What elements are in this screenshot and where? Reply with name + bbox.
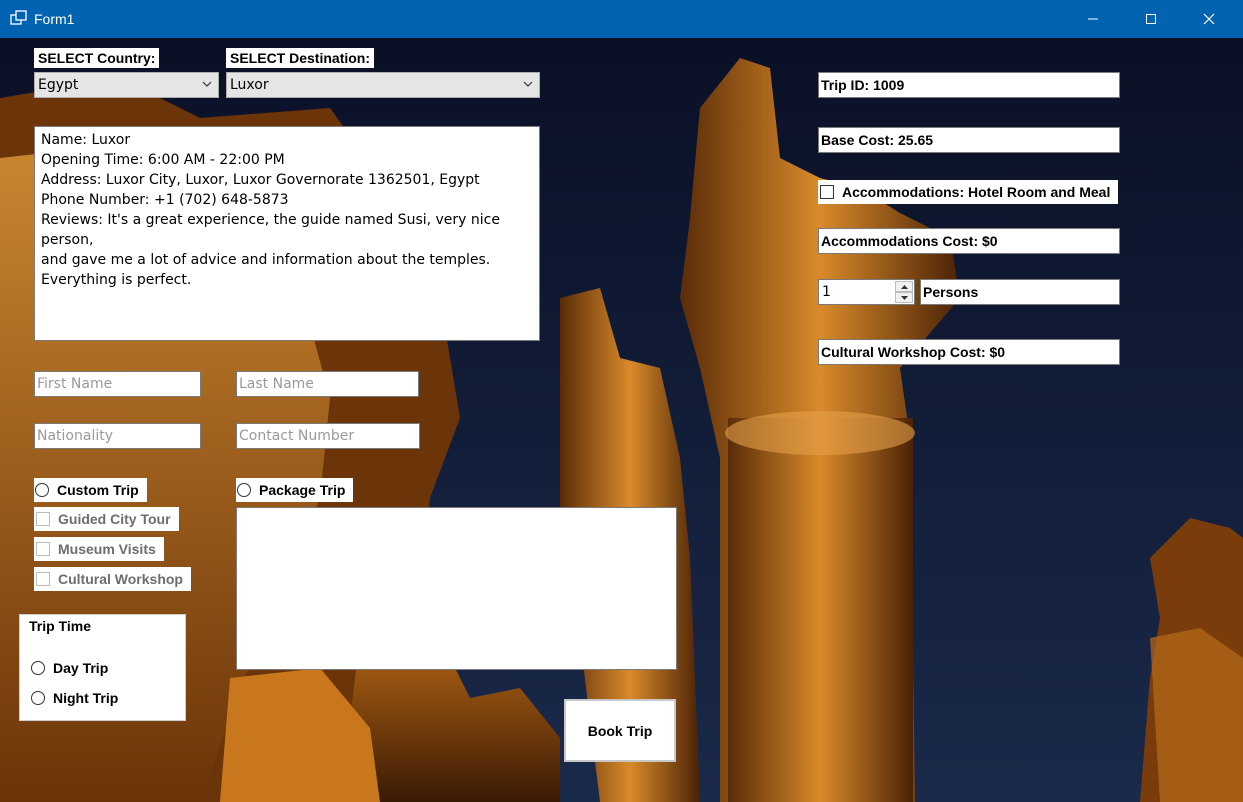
maximize-icon	[1146, 14, 1156, 24]
country-combobox[interactable]: Egypt	[34, 72, 219, 98]
last-name-input[interactable]: Last Name	[236, 371, 419, 397]
details-line: Everything is perfect.	[41, 272, 192, 288]
radio-circle-icon	[35, 483, 49, 497]
select-country-label: SELECT Country:	[34, 48, 160, 68]
cultural-workshop-cost-field: Cultural Workshop Cost: $0	[818, 339, 1120, 365]
day-trip-label: Day Trip	[53, 660, 109, 676]
custom-trip-label: Custom Trip	[57, 482, 139, 498]
app-window: Form1 SELECT Country: SELECT Destination…	[0, 0, 1243, 802]
persons-stepper[interactable]: 1	[818, 279, 915, 305]
persons-label-field: Persons	[920, 279, 1120, 305]
package-trip-label: Package Trip	[259, 482, 346, 498]
guided-city-tour-label: Guided City Tour	[58, 511, 171, 527]
stepper-up-button[interactable]	[895, 281, 913, 292]
checkbox-icon	[820, 185, 834, 199]
app-icon	[10, 10, 27, 25]
package-details-box[interactable]	[236, 507, 677, 670]
checkbox-icon	[36, 512, 50, 526]
trip-time-group: Trip Time Day Trip Night Trip	[19, 614, 186, 721]
close-icon	[1203, 13, 1215, 25]
window-title: Form1	[34, 11, 75, 27]
cultural-workshop-label: Cultural Workshop	[58, 571, 183, 587]
checkbox-icon	[36, 572, 50, 586]
destination-value: Luxor	[230, 77, 269, 93]
details-line: Reviews: It's a great experience, the gu…	[41, 212, 505, 248]
details-line: Phone Number: +1 (702) 648-5873	[41, 192, 289, 208]
trip-id-field: Trip ID: 1009	[818, 72, 1120, 98]
details-line: Opening Time: 6:00 AM - 22:00 PM	[41, 152, 285, 168]
minimize-button[interactable]	[1064, 0, 1122, 38]
base-cost-field: Base Cost: 25.65	[818, 127, 1120, 153]
maximize-button[interactable]	[1122, 0, 1180, 38]
accommodations-cost-field: Accommodations Cost: $0	[818, 228, 1120, 254]
checkbox-icon	[36, 542, 50, 556]
details-line: Name: Luxor	[41, 132, 131, 148]
select-destination-label: SELECT Destination:	[226, 48, 375, 68]
trip-time-title: Trip Time	[29, 618, 91, 634]
stepper-down-button[interactable]	[895, 292, 913, 303]
museum-visits-label: Museum Visits	[58, 541, 156, 557]
cultural-workshop-checkbox[interactable]: Cultural Workshop	[34, 567, 191, 591]
first-name-input[interactable]: First Name	[34, 371, 201, 397]
details-line: and gave me a lot of advice and informat…	[41, 252, 491, 268]
day-trip-radio[interactable]: Day Trip	[30, 660, 108, 676]
radio-circle-icon	[31, 661, 45, 675]
caret-down-icon	[900, 295, 908, 300]
stepper-buttons	[895, 281, 913, 303]
accommodations-checkbox[interactable]: Accommodations: Hotel Room and Meal	[818, 180, 1119, 204]
custom-trip-radio[interactable]: Custom Trip	[34, 478, 147, 502]
radio-circle-icon	[237, 483, 251, 497]
chevron-down-icon	[202, 81, 212, 87]
persons-value: 1	[822, 284, 831, 300]
night-trip-label: Night Trip	[53, 690, 119, 706]
accommodations-label: Accommodations: Hotel Room and Meal	[842, 184, 1111, 200]
museum-visits-checkbox[interactable]: Museum Visits	[34, 537, 164, 561]
radio-circle-icon	[31, 691, 45, 705]
package-trip-radio[interactable]: Package Trip	[236, 478, 354, 502]
night-trip-radio[interactable]: Night Trip	[30, 690, 118, 706]
title-bar: Form1	[0, 0, 1243, 38]
chevron-down-icon	[523, 81, 533, 87]
contact-number-input[interactable]: Contact Number	[236, 423, 420, 449]
details-line: Address: Luxor City, Luxor, Luxor Govern…	[41, 172, 480, 188]
guided-city-tour-checkbox[interactable]: Guided City Tour	[34, 507, 179, 531]
close-button[interactable]	[1180, 0, 1238, 38]
destination-details-textbox[interactable]: Name: Luxor Opening Time: 6:00 AM - 22:0…	[34, 126, 540, 341]
country-value: Egypt	[38, 77, 79, 93]
nationality-input[interactable]: Nationality	[34, 423, 201, 449]
destination-combobox[interactable]: Luxor	[226, 72, 540, 98]
book-trip-button[interactable]: Book Trip	[564, 699, 676, 762]
minimize-icon	[1088, 18, 1098, 20]
caret-up-icon	[900, 284, 908, 289]
